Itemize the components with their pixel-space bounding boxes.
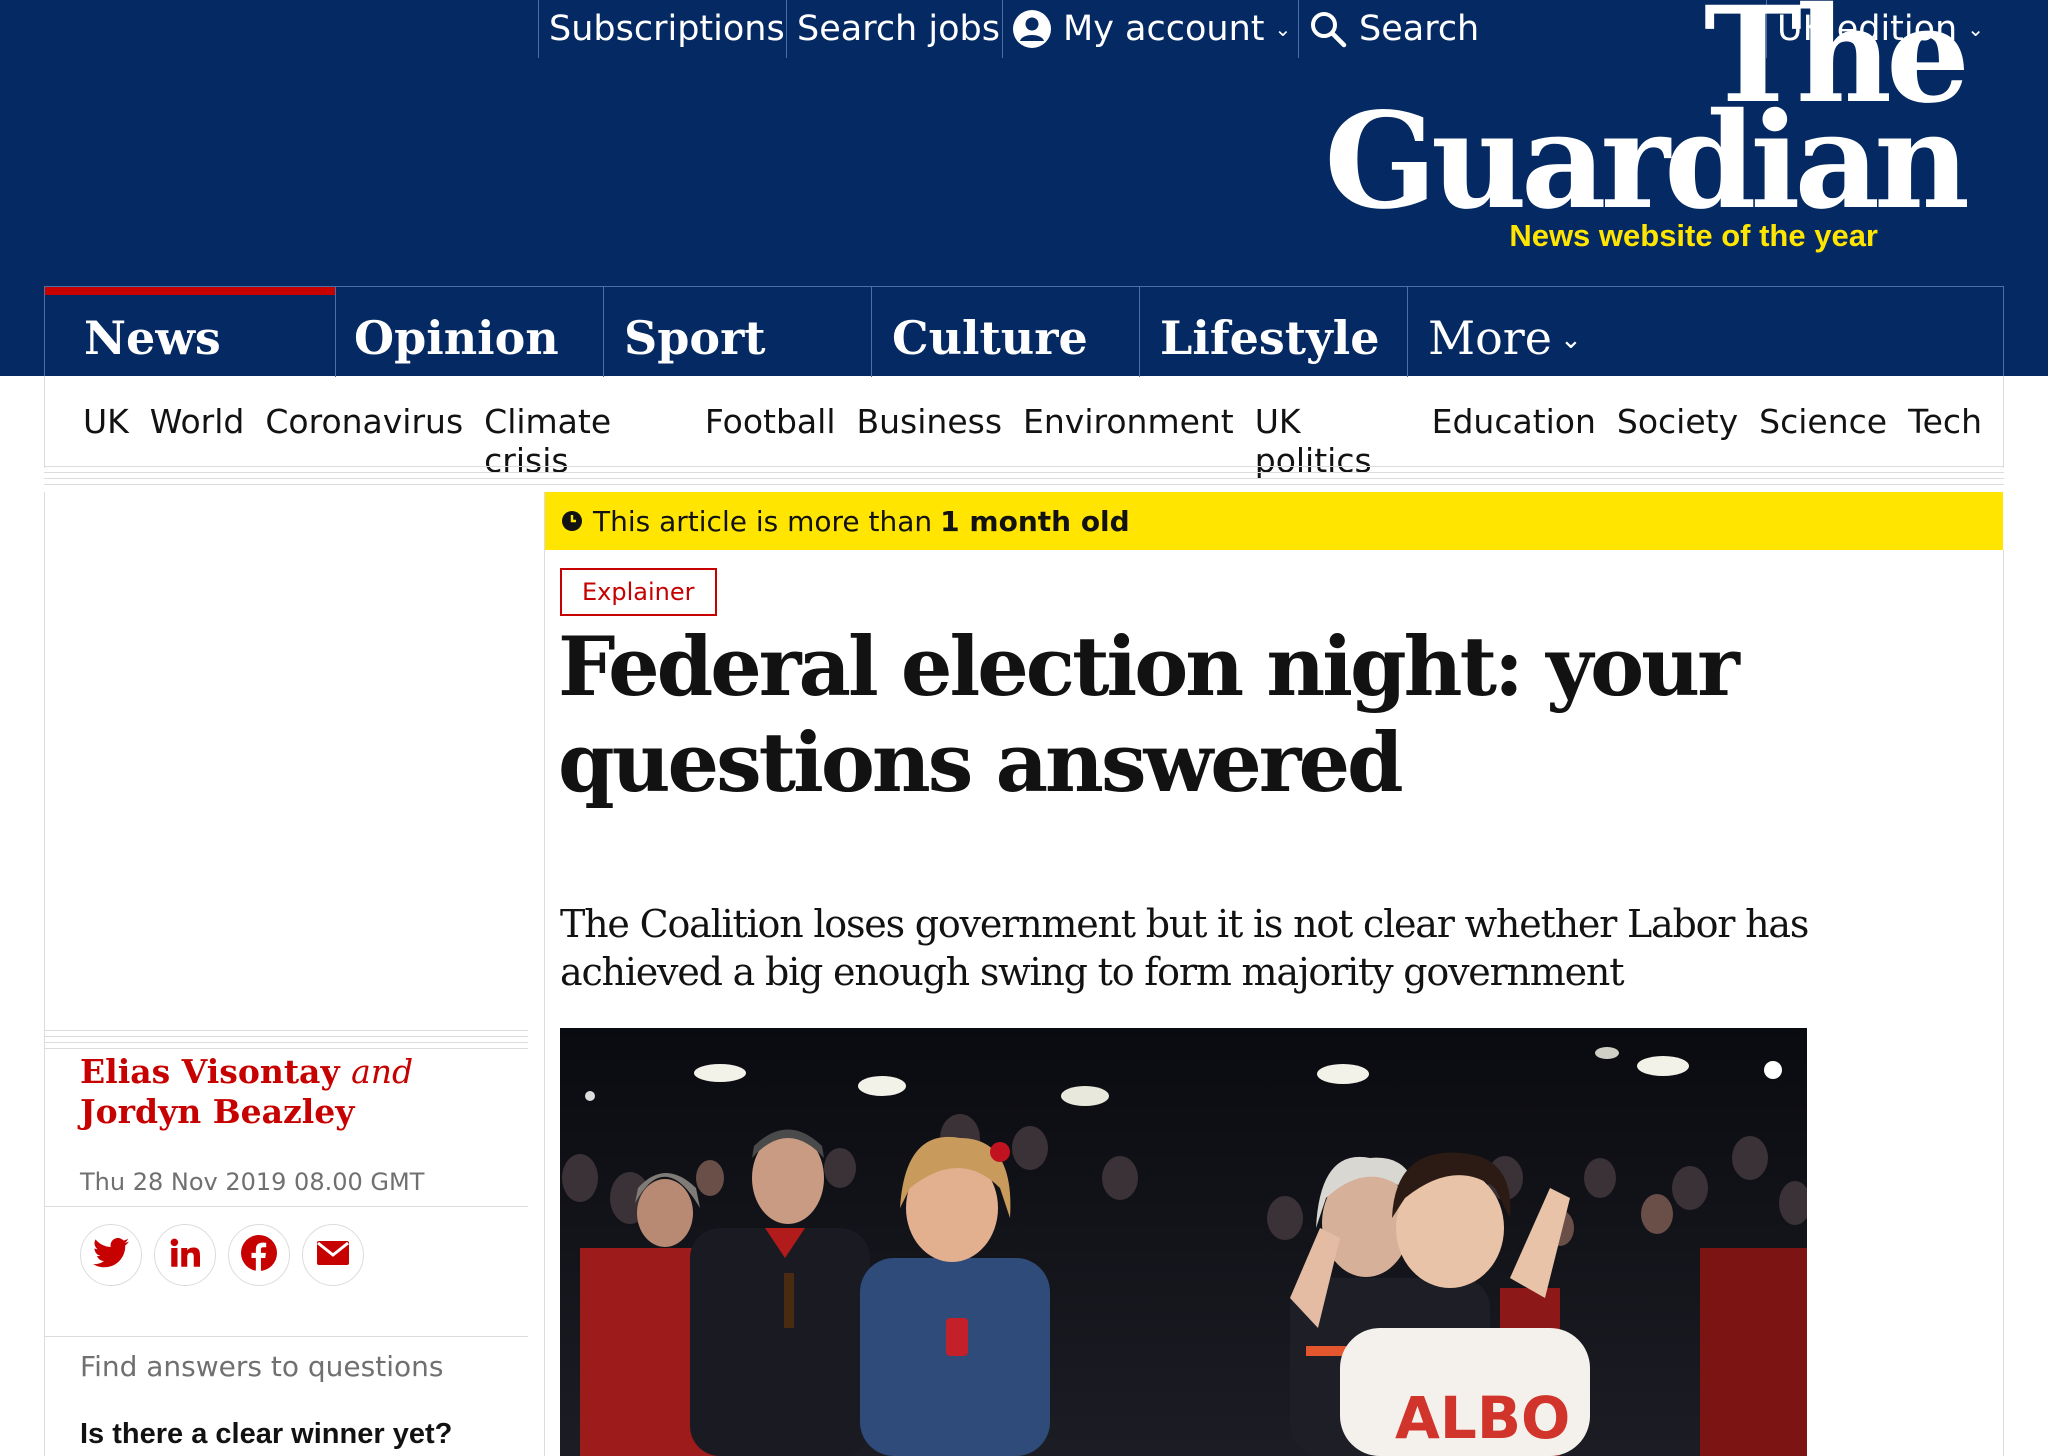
column-divider <box>2003 550 2004 1456</box>
guardian-logo[interactable]: The Guardian News website of the year <box>1324 0 1970 254</box>
pillar-lifestyle-label: Lifestyle <box>1160 311 1380 365</box>
pillar-news-label: News <box>84 311 221 365</box>
subscriptions-label: Subscriptions <box>549 9 785 49</box>
author-link[interactable]: Elias Visontay <box>80 1052 340 1091</box>
linkedin-icon <box>170 1238 200 1272</box>
author-link[interactable]: Jordyn Beazley <box>80 1092 354 1131</box>
pillar-opinion-label: Opinion <box>354 311 559 365</box>
photo-shirt-text: ALBO <box>1395 1384 1570 1452</box>
linkedin-share-button[interactable] <box>154 1224 216 1286</box>
divider <box>44 1206 528 1207</box>
twitter-share-button[interactable] <box>80 1224 142 1286</box>
pillar-nav: News Opinion Sport Culture Lifestyle Mor… <box>44 286 2004 377</box>
pillar-opinion[interactable]: Opinion <box>335 287 603 377</box>
photo-crowd-illustration: ALBO <box>560 1028 1807 1456</box>
byline-and: and <box>351 1052 414 1091</box>
chevron-down-icon: ⌄ <box>1560 325 1582 355</box>
main-article-image: ALBO <box>560 1028 1807 1456</box>
email-share-button[interactable] <box>302 1224 364 1286</box>
chevron-down-icon: ⌄ <box>1967 17 1984 41</box>
search-jobs-link[interactable]: Search jobs <box>786 0 1000 58</box>
facebook-icon <box>241 1235 277 1275</box>
pillar-sport-label: Sport <box>624 311 766 365</box>
twitter-icon <box>93 1238 129 1272</box>
pillar-lifestyle[interactable]: Lifestyle <box>1139 287 1407 377</box>
series-kicker[interactable]: Explainer <box>560 568 717 616</box>
facebook-share-button[interactable] <box>228 1224 290 1286</box>
account-icon <box>1013 10 1051 48</box>
question-link[interactable]: Is there a clear winner yet? <box>80 1418 452 1451</box>
subnav-container: UK World Coronavirus Climate crisis Foot… <box>44 376 2004 480</box>
column-divider <box>544 492 545 1456</box>
divider <box>44 1336 528 1337</box>
email-icon <box>317 1241 349 1269</box>
subscriptions-link[interactable]: Subscriptions <box>538 0 785 58</box>
my-account-label: My account <box>1063 9 1265 49</box>
pillar-culture[interactable]: Culture <box>871 287 1139 377</box>
byline: Elias Visontay and Jordyn Beazley <box>80 1052 500 1132</box>
age-prefix: This article is more than <box>593 504 933 538</box>
pillar-more[interactable]: More ⌄ <box>1407 287 1657 377</box>
article-standfirst: The Coalition loses government but it is… <box>560 902 1809 994</box>
search-jobs-label: Search jobs <box>797 9 1000 49</box>
share-buttons <box>80 1224 364 1286</box>
subnav-divider <box>44 466 2004 490</box>
chevron-down-icon: ⌄ <box>1274 17 1292 41</box>
age-value: 1 month old <box>940 504 1130 538</box>
clock-icon <box>561 510 583 532</box>
my-account-link[interactable]: My account ⌄ <box>1002 0 1291 58</box>
pillar-news[interactable]: News <box>45 287 335 377</box>
masthead: Subscriptions Search jobs My account ⌄ S… <box>0 0 2048 377</box>
byline-divider <box>44 1030 528 1054</box>
publish-date: Thu 28 Nov 2019 08.00 GMT <box>80 1168 425 1196</box>
pillar-culture-label: Culture <box>892 311 1088 365</box>
article-age-warning: This article is more than 1 month old <box>545 492 2003 550</box>
find-answers-label: Find answers to questions <box>80 1350 444 1383</box>
article-meta-column <box>44 492 544 1456</box>
logo-guardian: Guardian <box>1324 84 1970 239</box>
pillar-sport[interactable]: Sport <box>603 287 871 377</box>
pillar-more-label: More <box>1428 311 1553 365</box>
article-headline: Federal election night: your questions a… <box>558 620 1740 811</box>
